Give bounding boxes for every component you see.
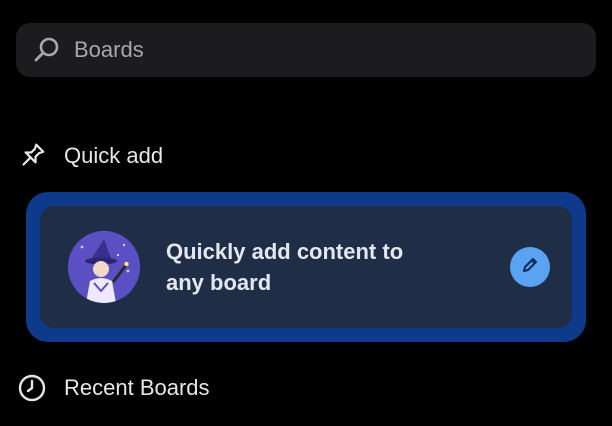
quick-add-card-body[interactable]: Quickly add content to any board (40, 206, 572, 328)
pin-icon (16, 140, 48, 172)
quick-add-description: Quickly add content to any board (166, 239, 404, 295)
search-bar[interactable] (16, 23, 596, 77)
quick-add-card[interactable]: Quickly add content to any board (26, 192, 586, 342)
pencil-icon (521, 256, 539, 279)
boards-screen: Quick add Quickly (0, 0, 612, 426)
quick-add-label: Quick add (64, 143, 164, 168)
search-icon (32, 35, 62, 65)
search-input[interactable] (74, 37, 554, 63)
clock-icon (16, 372, 48, 404)
recent-boards-label: Recent Boards (64, 375, 210, 400)
quick-add-header: Quick add (16, 140, 163, 172)
quick-add-edit-button[interactable] (510, 247, 550, 287)
recent-boards-header: Recent Boards (16, 372, 210, 404)
wizard-illustration (68, 231, 140, 303)
